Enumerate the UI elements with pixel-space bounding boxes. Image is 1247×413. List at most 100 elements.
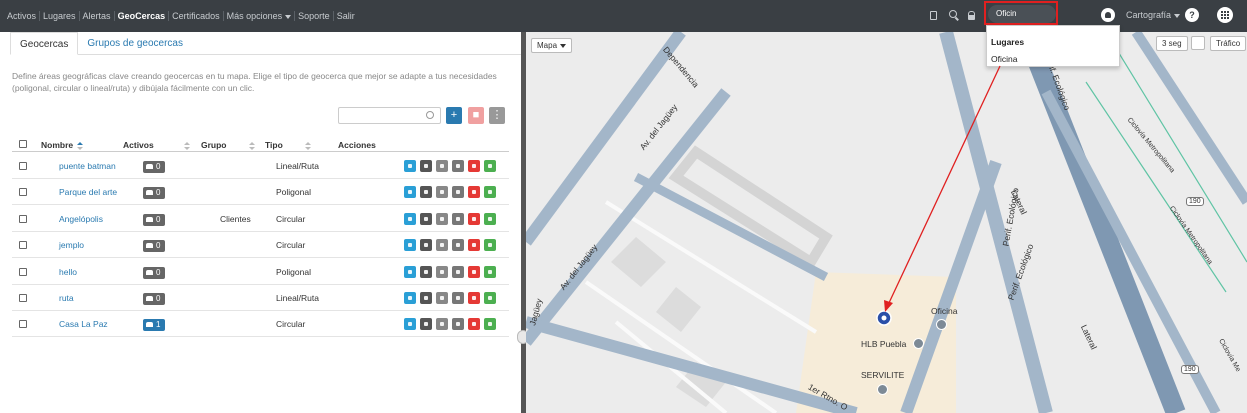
view-icon[interactable] — [404, 160, 416, 172]
geofence-name-link[interactable]: Parque del arte — [59, 187, 117, 197]
edit-icon[interactable] — [436, 239, 448, 252]
geofence-name-link[interactable]: ruta — [59, 293, 74, 303]
table-header: Nombre Activos Grupo Tipo Acciones — [12, 136, 509, 152]
report-icon[interactable] — [484, 212, 496, 225]
view-icon[interactable] — [404, 239, 416, 252]
sort-icon — [304, 141, 311, 150]
settings-icon[interactable] — [452, 160, 464, 172]
place-label-servilite[interactable]: SERVILITE — [861, 370, 904, 380]
row-checkbox[interactable] — [19, 241, 27, 250]
more-options-button[interactable]: ⋮ — [489, 107, 505, 124]
row-checkbox[interactable] — [19, 320, 27, 329]
edit-icon[interactable] — [436, 318, 448, 331]
row-checkbox[interactable] — [19, 294, 27, 302]
table-row[interactable]: Parque del arte 0 Poligonal — [12, 179, 509, 206]
nav-activos[interactable]: Activos — [4, 11, 41, 21]
delete-icon[interactable] — [468, 186, 480, 199]
refresh-interval-button[interactable]: 3 seg — [1156, 36, 1188, 51]
report-icon[interactable] — [484, 160, 496, 172]
assign-user-icon[interactable] — [420, 160, 432, 172]
report-icon[interactable] — [484, 265, 496, 278]
settings-icon[interactable] — [452, 186, 464, 199]
map-type-select[interactable]: Mapa — [531, 38, 573, 53]
nav-salir[interactable]: Salir — [334, 11, 358, 21]
nav-certificados[interactable]: Certificados — [169, 11, 224, 21]
table-row[interactable]: hello 0 Poligonal — [12, 259, 509, 285]
table-row[interactable]: Casa La Paz 1 Circular — [12, 311, 509, 338]
nav-geocercas[interactable]: GeoCercas — [115, 11, 170, 21]
lock-icon[interactable] — [968, 9, 978, 21]
geofence-name-link[interactable]: Casa La Paz — [59, 319, 108, 329]
apps-grid-icon[interactable] — [1217, 7, 1233, 23]
edit-icon[interactable] — [436, 265, 448, 278]
table-search-input[interactable] — [338, 107, 441, 124]
nav-lugares[interactable]: Lugares — [40, 11, 80, 21]
view-icon[interactable] — [404, 292, 416, 304]
assign-user-icon[interactable] — [420, 292, 432, 304]
row-checkbox[interactable] — [19, 214, 27, 223]
help-icon[interactable]: ? — [1185, 8, 1199, 22]
delete-icon[interactable] — [468, 292, 480, 304]
delete-icon[interactable] — [468, 318, 480, 331]
geofence-name-link[interactable]: Angelópolis — [59, 214, 103, 224]
table-row[interactable]: ruta 0 Lineal/Ruta — [12, 285, 509, 311]
col-tipo[interactable]: Tipo — [265, 140, 311, 150]
report-icon[interactable] — [484, 239, 496, 252]
edit-icon[interactable] — [436, 212, 448, 225]
view-icon[interactable] — [404, 212, 416, 225]
assign-user-icon[interactable] — [420, 239, 432, 252]
tab-geocercas[interactable]: Geocercas — [10, 32, 79, 55]
row-checkbox[interactable] — [19, 162, 27, 170]
view-icon[interactable] — [404, 186, 416, 199]
table-row[interactable]: Angelópolis 0 Clientes Circular — [12, 206, 509, 232]
settings-icon[interactable] — [452, 239, 464, 252]
table-row[interactable]: jemplo 0 Circular — [12, 232, 509, 259]
geofence-name-link[interactable]: jemplo — [59, 240, 84, 250]
report-icon[interactable] — [484, 186, 496, 199]
nav-mas-opciones[interactable]: Más opciones — [224, 11, 296, 21]
delete-icon[interactable] — [468, 212, 480, 225]
settings-icon[interactable] — [452, 318, 464, 331]
traffic-button[interactable]: Tráfico — [1210, 36, 1247, 51]
delete-selected-button[interactable]: ■ — [468, 107, 484, 124]
report-icon[interactable] — [484, 318, 496, 331]
add-geofence-button[interactable]: + — [446, 107, 462, 124]
place-label-hlb[interactable]: HLB Puebla — [861, 339, 906, 349]
edit-icon[interactable] — [436, 160, 448, 172]
edit-icon[interactable] — [436, 186, 448, 199]
map-view[interactable]: Mapa 3 seg Tráfico Dependencia Av. del J… — [526, 32, 1247, 413]
col-activos[interactable]: Activos — [123, 140, 190, 150]
edit-icon[interactable] — [436, 292, 448, 304]
report-icon[interactable] — [484, 292, 496, 304]
assign-user-icon[interactable] — [420, 318, 432, 331]
delete-icon[interactable] — [468, 265, 480, 278]
bell-icon[interactable] — [1101, 8, 1115, 22]
search-icon[interactable] — [949, 9, 959, 21]
settings-icon[interactable] — [452, 292, 464, 304]
nav-alertas[interactable]: Alertas — [80, 11, 115, 21]
document-icon[interactable] — [930, 9, 940, 21]
row-checkbox[interactable] — [19, 267, 27, 276]
assign-user-icon[interactable] — [420, 212, 432, 225]
delete-icon[interactable] — [468, 239, 480, 252]
row-checkbox[interactable] — [19, 188, 27, 197]
nav-soporte[interactable]: Soporte — [295, 11, 334, 21]
assign-user-icon[interactable] — [420, 265, 432, 278]
view-icon[interactable] — [404, 318, 416, 331]
select-all-checkbox[interactable] — [19, 140, 27, 148]
view-icon[interactable] — [404, 265, 416, 278]
geofence-name-link[interactable]: hello — [59, 267, 77, 277]
geofence-name-link[interactable]: puente batman — [59, 161, 116, 171]
dropdown-item-oficina[interactable]: Oficina — [991, 54, 1017, 64]
place-label-oficina[interactable]: Oficina — [931, 306, 957, 316]
delete-icon[interactable] — [468, 160, 480, 172]
col-nombre[interactable]: Nombre — [41, 140, 84, 150]
assign-user-icon[interactable] — [420, 186, 432, 199]
location-pin-icon[interactable] — [1191, 36, 1205, 50]
col-grupo[interactable]: Grupo — [201, 140, 255, 150]
settings-icon[interactable] — [452, 212, 464, 225]
table-row[interactable]: puente batman 0 Lineal/Ruta — [12, 153, 509, 179]
cartography-menu[interactable]: Cartografía — [1126, 10, 1181, 20]
settings-icon[interactable] — [452, 265, 464, 278]
tab-grupos-geocercas[interactable]: Grupos de geocercas — [78, 32, 192, 54]
